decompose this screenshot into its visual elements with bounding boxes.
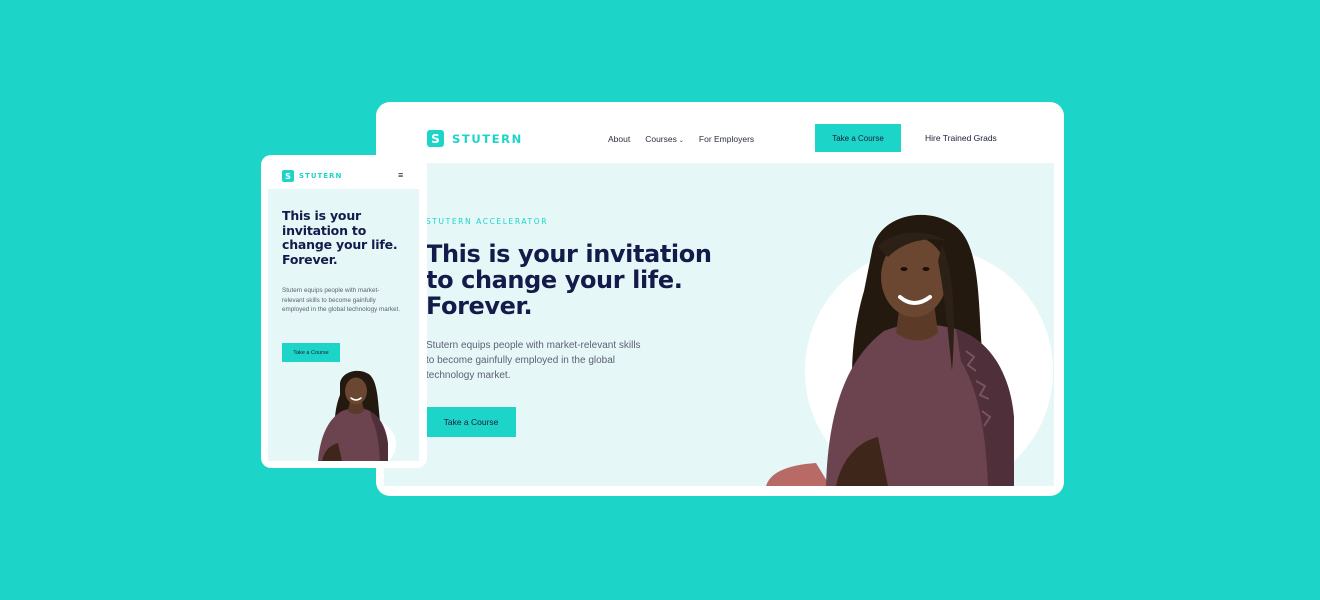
mobile-hero-person-image <box>318 370 388 461</box>
main-nav: About Courses ⌄ For Employers <box>608 134 754 144</box>
hero-headline: This is your invitation to change your l… <box>426 240 712 320</box>
mobile-hero-headline: This is your invitation to change your l… <box>282 208 398 267</box>
hero-description: Stutern equips people with market-releva… <box>426 340 641 381</box>
nav-for-employers[interactable]: For Employers <box>699 134 754 144</box>
nav-about[interactable]: About <box>608 134 630 144</box>
mobile-hero-section: This is your invitation to change your l… <box>268 189 419 461</box>
logo-wordmark: STUTERN <box>299 172 343 180</box>
mobile-mockup: S STUTERN ≡ This is your invitation to c… <box>261 155 427 468</box>
mobile-take-course-button[interactable]: Take a Course <box>282 343 340 362</box>
take-course-nav-button[interactable]: Take a Course <box>815 124 901 152</box>
logo-mark-icon: S <box>427 130 444 147</box>
mobile-brand-logo[interactable]: S STUTERN <box>282 170 342 182</box>
hamburger-menu-icon[interactable]: ≡ <box>398 170 403 180</box>
logo-mark-icon: S <box>282 170 294 182</box>
hire-trained-grads-link[interactable]: Hire Trained Grads <box>925 133 997 143</box>
hero-eyebrow: STUTERN ACCELERATOR <box>426 217 549 226</box>
brand-logo[interactable]: S STUTERN <box>427 130 523 147</box>
mobile-hero-description: Stutern equips people with market-releva… <box>282 287 400 313</box>
nav-courses-label: Courses <box>645 134 677 144</box>
nav-courses[interactable]: Courses ⌄ <box>645 134 684 144</box>
chevron-down-icon: ⌄ <box>678 138 684 144</box>
logo-wordmark: STUTERN <box>452 131 523 146</box>
hero-person-image <box>766 214 1014 486</box>
take-course-hero-button[interactable]: Take a Course <box>426 407 516 437</box>
desktop-mockup: S STUTERN About Courses ⌄ For Employers T… <box>376 102 1064 496</box>
hero-section: STUTERN ACCELERATOR This is your invitat… <box>384 163 1054 486</box>
